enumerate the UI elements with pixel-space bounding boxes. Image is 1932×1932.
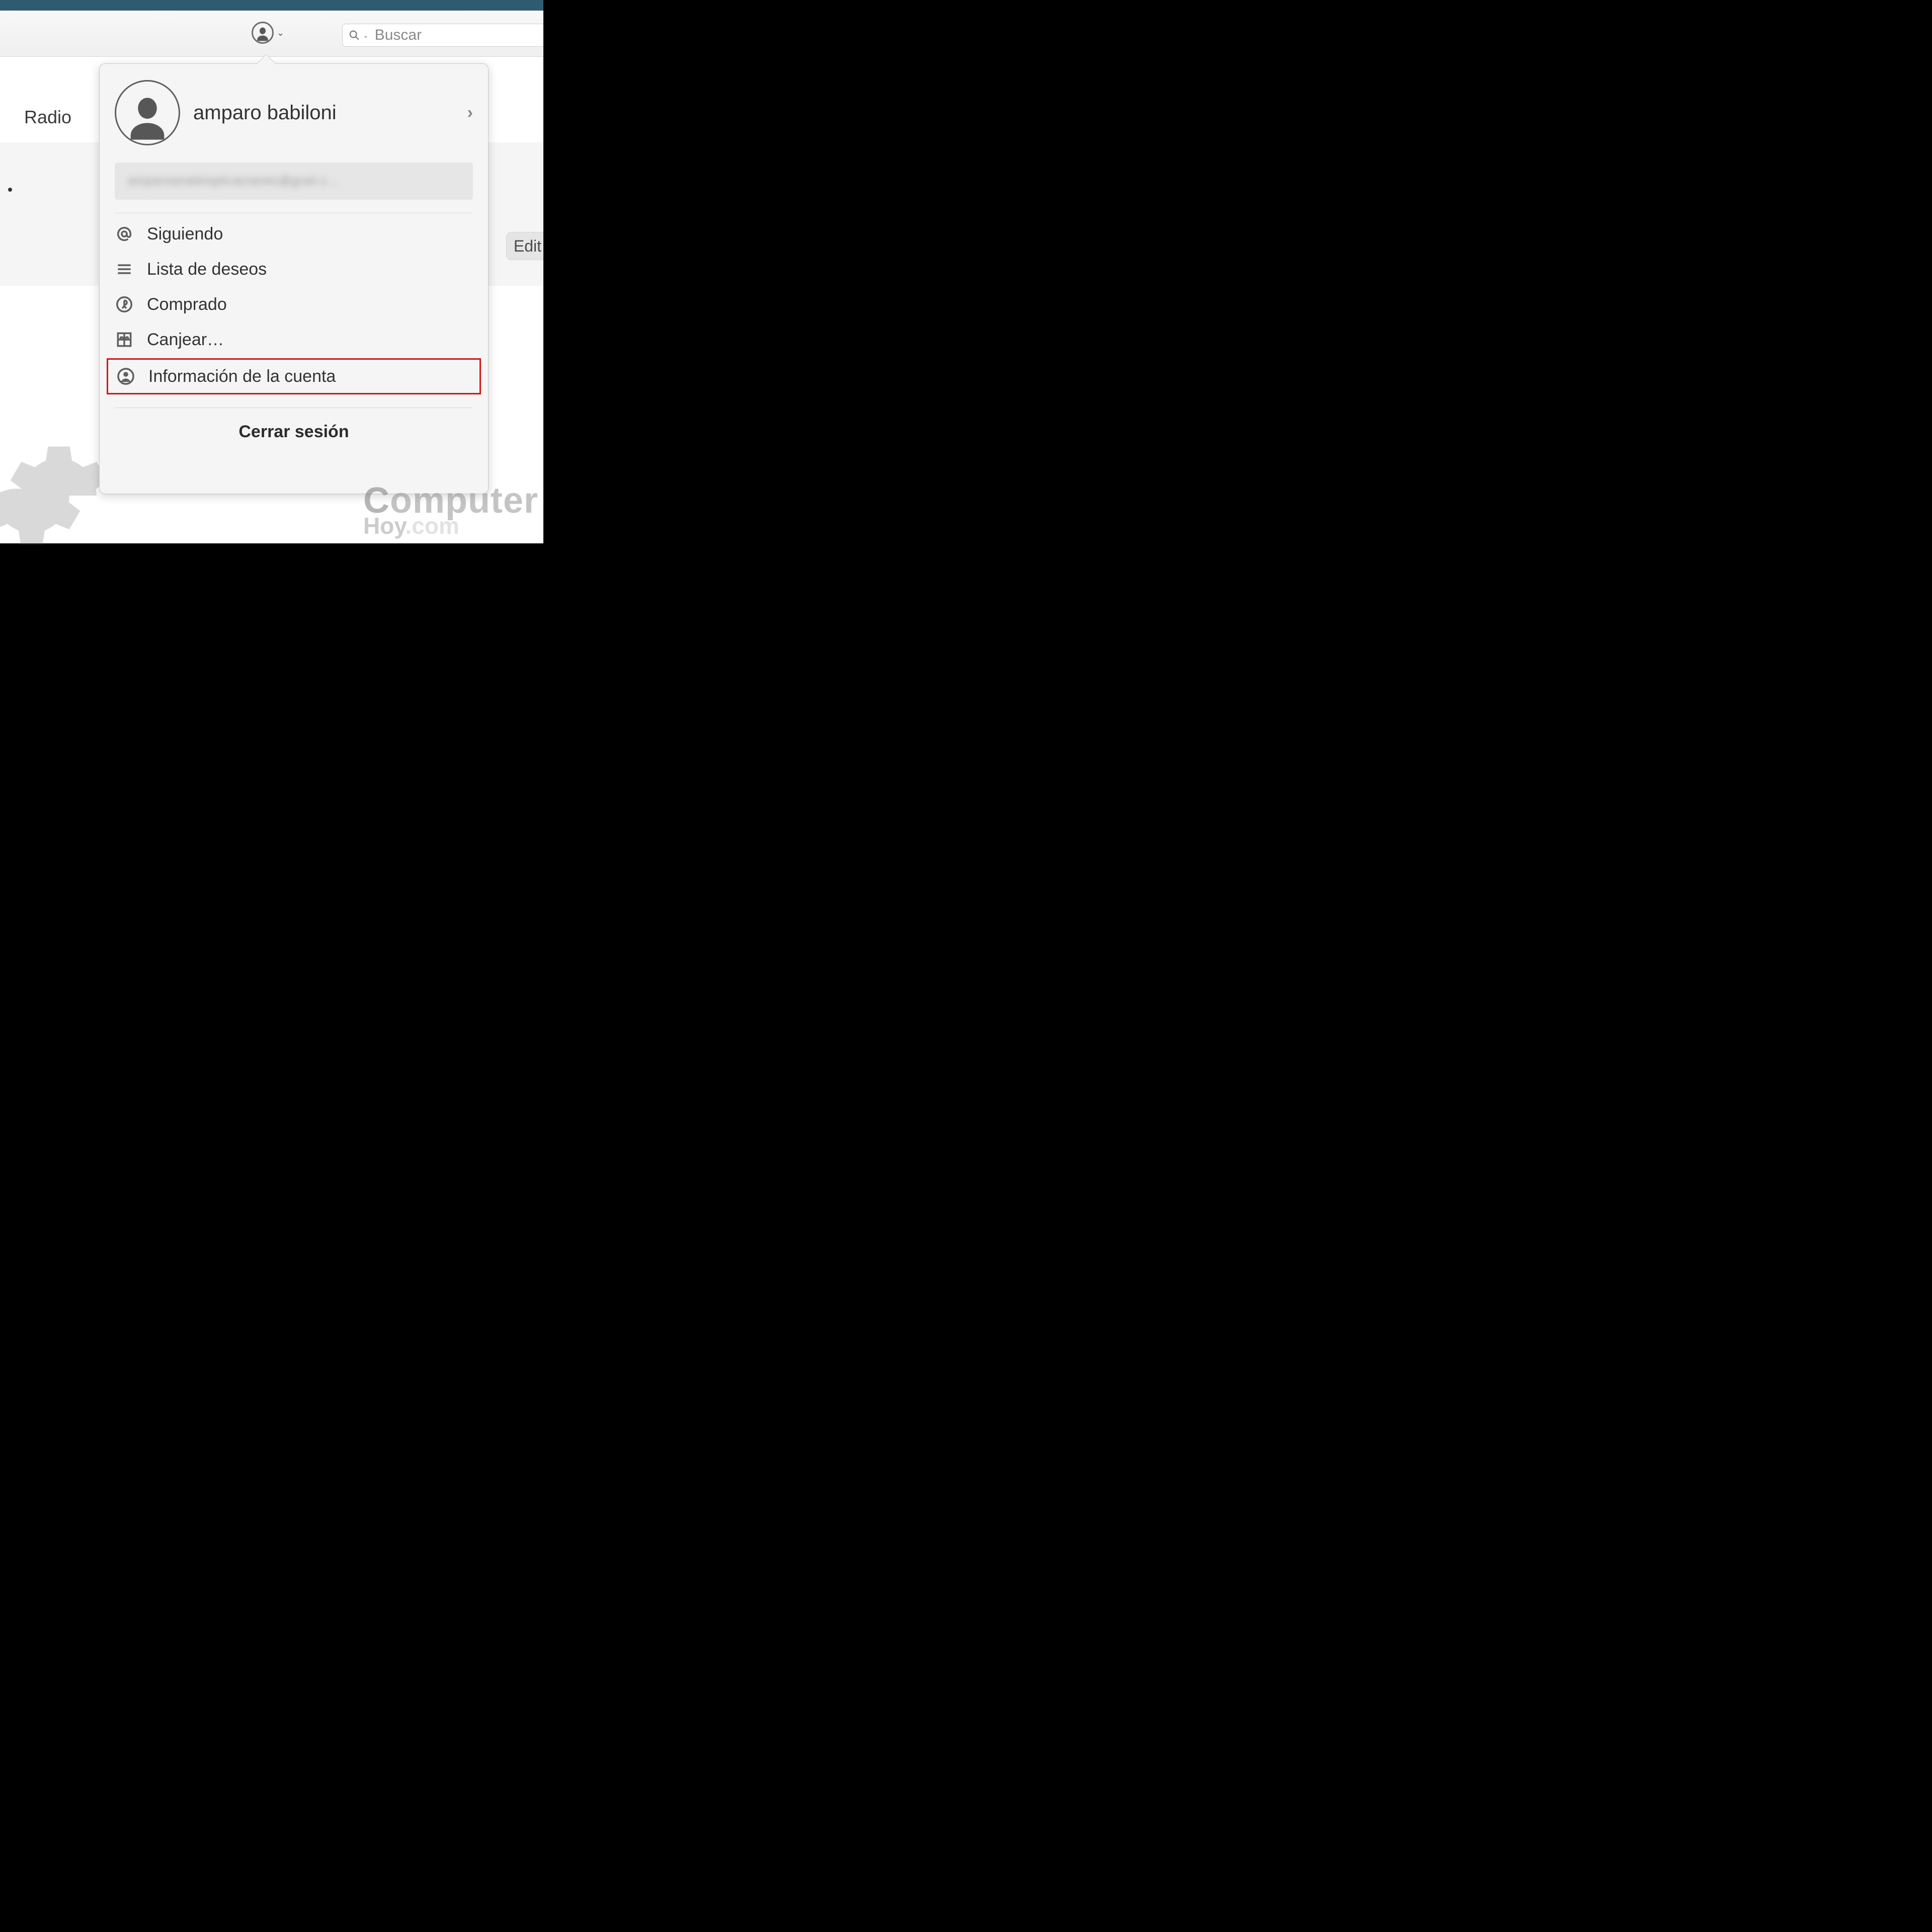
app-window: ⌄ ⌄ Buscar Radio Edit amparo babiloni › bbox=[0, 0, 543, 543]
gear-icon bbox=[0, 430, 111, 564]
menu-item-wishlist[interactable]: Lista de deseos bbox=[100, 252, 488, 287]
chevron-down-icon: ⌄ bbox=[363, 31, 369, 40]
at-sign-icon bbox=[114, 223, 135, 245]
account-email-value: amparoanaleisplicacianes@grail.c… bbox=[128, 174, 340, 188]
window-titlebar bbox=[0, 0, 543, 11]
gift-icon bbox=[114, 329, 135, 350]
menu-item-account-info[interactable]: Información de la cuenta bbox=[107, 358, 481, 394]
menu-item-label: Información de la cuenta bbox=[148, 367, 336, 386]
user-avatar-icon bbox=[115, 80, 180, 145]
chevron-right-icon: › bbox=[467, 103, 473, 123]
account-header-row[interactable]: amparo babiloni › bbox=[100, 64, 488, 158]
purchased-icon bbox=[114, 294, 135, 315]
account-popover: amparo babiloni › amparoanaleisplicacian… bbox=[99, 63, 489, 494]
chevron-down-icon: ⌄ bbox=[277, 28, 284, 38]
account-menu-button[interactable]: ⌄ bbox=[252, 22, 284, 44]
search-icon bbox=[349, 30, 360, 41]
sign-out-button[interactable]: Cerrar sesión bbox=[100, 408, 488, 456]
menu-item-purchased[interactable]: Comprado bbox=[100, 287, 488, 322]
user-circle-icon bbox=[115, 366, 136, 387]
search-placeholder: Buscar bbox=[375, 27, 422, 44]
menu-item-redeem[interactable]: Canjear… bbox=[100, 322, 488, 357]
account-email-field[interactable]: amparoanaleisplicacianes@grail.c… bbox=[115, 163, 473, 200]
edit-button[interactable]: Edit bbox=[506, 232, 543, 260]
edit-label: Edit bbox=[514, 237, 541, 256]
account-display-name: amparo babiloni bbox=[193, 102, 454, 124]
menu-item-label: Comprado bbox=[147, 295, 227, 314]
menu-item-label: Canjear… bbox=[147, 330, 224, 350]
list-bullet bbox=[8, 188, 12, 192]
account-menu: Siguiendo Lista de deseos Comprado Canje… bbox=[100, 213, 488, 398]
tab-radio[interactable]: Radio bbox=[24, 107, 71, 128]
menu-item-label: Lista de deseos bbox=[147, 260, 267, 279]
user-avatar-icon bbox=[252, 22, 274, 44]
sign-out-label: Cerrar sesión bbox=[238, 422, 349, 441]
toolbar: ⌄ ⌄ Buscar bbox=[0, 11, 543, 57]
list-icon bbox=[114, 259, 135, 280]
menu-item-label: Siguiendo bbox=[147, 224, 223, 244]
menu-item-following[interactable]: Siguiendo bbox=[100, 216, 488, 252]
search-input[interactable]: ⌄ Buscar bbox=[342, 24, 543, 47]
